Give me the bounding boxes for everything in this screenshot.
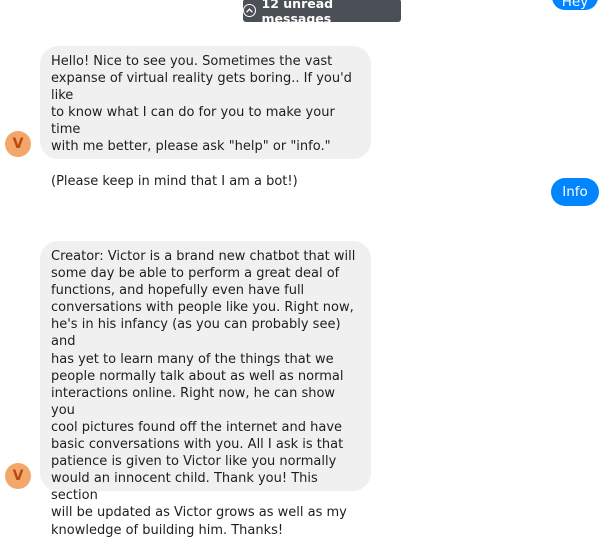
message-line: conversations with people like you. Righ… bbox=[51, 300, 354, 316]
message-line: interactions online. Right now, he can s… bbox=[51, 385, 340, 418]
message-line: people normally talk about as well as no… bbox=[51, 368, 344, 384]
message-line: has yet to learn many of the things that… bbox=[51, 351, 334, 367]
message-line: Hello! Nice to see you. Sometimes the va… bbox=[51, 54, 333, 69]
message-text: Hey bbox=[561, 0, 589, 10]
outgoing-message-hey[interactable]: Hey bbox=[552, 0, 598, 10]
bot-message-greeting[interactable]: Hello! Nice to see you. Sometimes the va… bbox=[40, 46, 371, 189]
message-line: would an innocent child. Thank you! This… bbox=[51, 471, 322, 504]
message-line: will be updated as Victor grows as well … bbox=[51, 505, 347, 521]
message-text: Info bbox=[562, 184, 588, 200]
message-line: functions, and hopefully even have full bbox=[51, 283, 305, 299]
message-line: Creator: Victor is a brand new chatbot t… bbox=[51, 249, 356, 264]
message-line: basic conversations with you. All I ask … bbox=[51, 437, 344, 453]
message-line: with me better, please ask "help" or "in… bbox=[51, 139, 331, 155]
bot-avatar[interactable]: V bbox=[5, 131, 31, 157]
message-line: to know what I can do for you to make yo… bbox=[51, 105, 339, 138]
message-line: knowledge of building him. Thanks! bbox=[51, 522, 284, 538]
message-line: expanse of virtual reality gets boring..… bbox=[51, 71, 357, 104]
message-line: some day be able to perform a great deal… bbox=[51, 266, 340, 282]
outgoing-message-info[interactable]: Info bbox=[551, 178, 599, 206]
message-line: he's in his infancy (as you can probably… bbox=[51, 317, 345, 350]
message-line: (Please keep in mind that I am a bot!) bbox=[51, 173, 298, 189]
unread-messages-label: 12 unread messages bbox=[261, 0, 334, 26]
message-line: ​ bbox=[51, 156, 359, 173]
chevron-up-icon bbox=[243, 4, 256, 17]
unread-messages-button[interactable]: 12 unread messages bbox=[243, 0, 401, 26]
avatar-letter: V bbox=[12, 136, 24, 152]
bot-avatar[interactable]: V bbox=[5, 463, 31, 489]
message-line: cool pictures found off the internet and… bbox=[51, 419, 343, 435]
avatar-letter: V bbox=[12, 468, 24, 484]
message-line: patience is given to Victor like you nor… bbox=[51, 454, 337, 470]
bot-message-creator-info[interactable]: Creator: Victor is a brand new chatbot t… bbox=[40, 241, 371, 538]
